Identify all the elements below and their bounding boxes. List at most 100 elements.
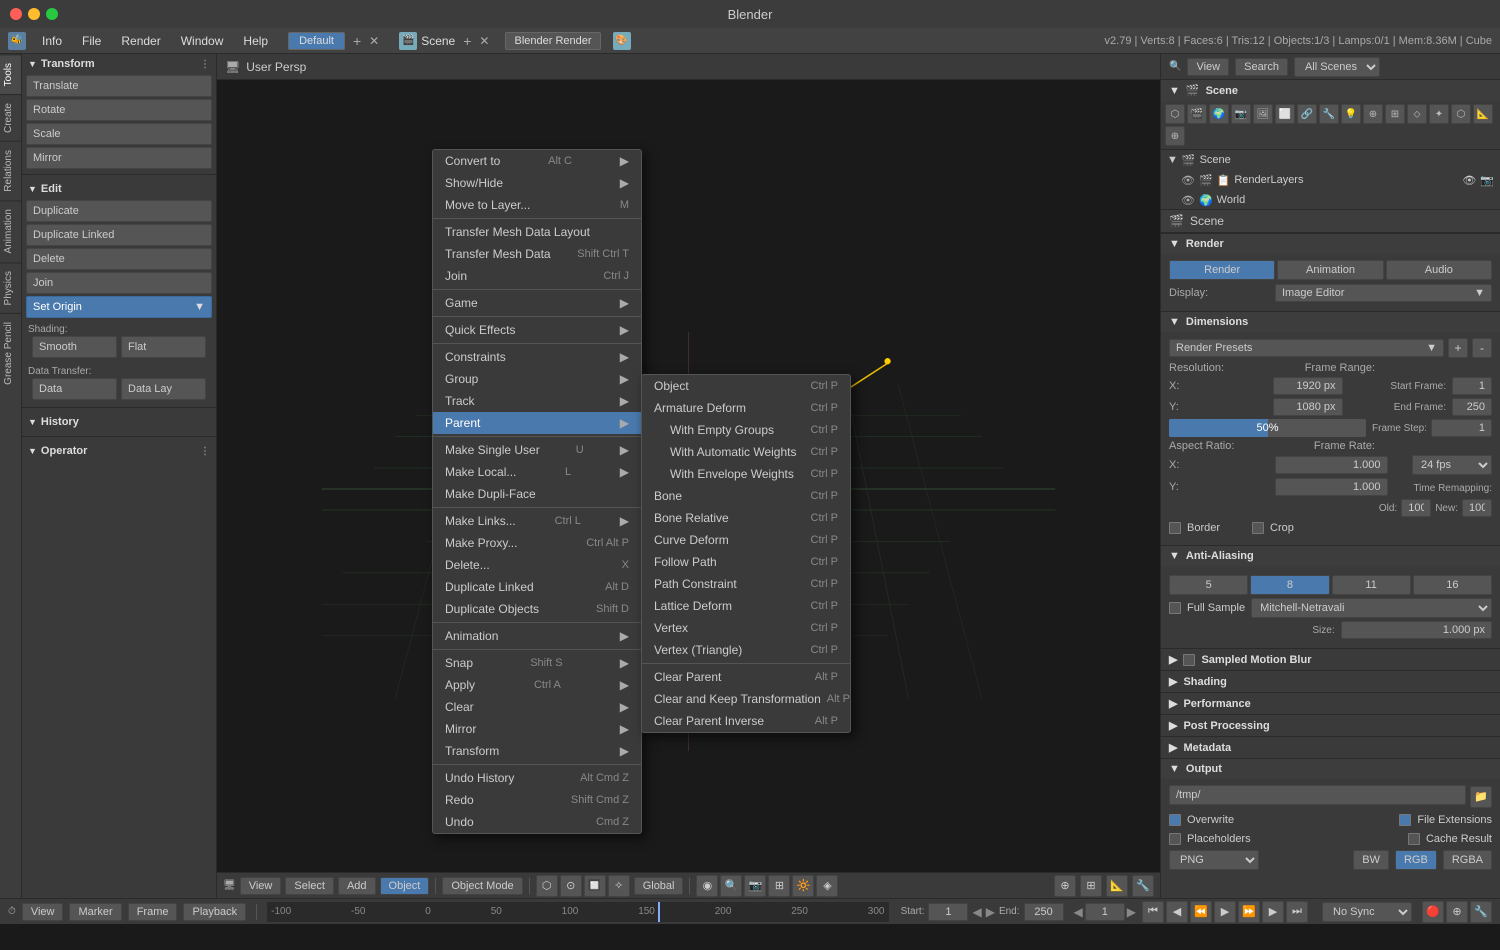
- parent-path-constraint[interactable]: Path Constraint Ctrl P: [642, 573, 850, 595]
- menu-transform[interactable]: Transform ▶: [433, 740, 641, 762]
- view-button[interactable]: View: [240, 877, 282, 895]
- format-select[interactable]: PNG: [1169, 850, 1259, 870]
- prev-frame-btn[interactable]: ◀: [1166, 901, 1188, 923]
- tl-icon1[interactable]: 🔴: [1422, 901, 1444, 923]
- placeholders-checkbox[interactable]: [1169, 833, 1181, 845]
- nav-btn3[interactable]: 📐: [1106, 875, 1128, 897]
- full-sample-checkbox[interactable]: [1169, 602, 1181, 614]
- tab-tools[interactable]: Tools: [0, 54, 21, 94]
- mb-checkbox[interactable]: [1183, 654, 1195, 666]
- viewport[interactable]: 🖥 User Persp: [217, 54, 1160, 898]
- parent-vertex-triangle[interactable]: Vertex (Triangle) Ctrl P: [642, 639, 850, 661]
- timeline-playback-btn[interactable]: Playback: [183, 903, 246, 921]
- menu-delete[interactable]: Delete... X: [433, 554, 641, 576]
- menu-track[interactable]: Track ▶: [433, 390, 641, 412]
- menu-dup-objects[interactable]: Duplicate Objects Shift D: [433, 598, 641, 620]
- rgba-btn[interactable]: RGBA: [1443, 850, 1492, 870]
- maximize-button[interactable]: [46, 8, 58, 20]
- menu-render[interactable]: Render: [113, 32, 168, 50]
- scene-tb-btn12[interactable]: ⬦: [1407, 104, 1427, 124]
- timeline-marker-btn[interactable]: Marker: [69, 903, 121, 921]
- menu-undo[interactable]: Undo Cmd Z: [433, 811, 641, 833]
- render-btn[interactable]: ✧: [608, 875, 630, 897]
- parent-curve-deform[interactable]: Curve Deform Ctrl P: [642, 529, 850, 551]
- tl-icon3[interactable]: 🔧: [1470, 901, 1492, 923]
- render-engine-select[interactable]: Blender Render: [505, 32, 600, 50]
- transform-options[interactable]: ⋮: [200, 59, 210, 70]
- parent-bone-relative[interactable]: Bone Relative Ctrl P: [642, 507, 850, 529]
- duplicate-linked-button[interactable]: Duplicate Linked: [26, 224, 212, 246]
- overlay-btn3[interactable]: 📷: [744, 875, 766, 897]
- scene-tb-btn9[interactable]: 💡: [1341, 104, 1361, 124]
- snap-btn[interactable]: 🔲: [584, 875, 606, 897]
- next-frame-btn[interactable]: ▶: [1262, 901, 1284, 923]
- overlay-btn2[interactable]: 🔍: [720, 875, 742, 897]
- tree-item-render-layers[interactable]: 👁 🎬 📋 RenderLayers 👁 📷: [1161, 170, 1500, 190]
- menu-info[interactable]: Info: [34, 32, 70, 50]
- menu-apply[interactable]: Apply Ctrl A ▶: [433, 674, 641, 696]
- res-x-input[interactable]: [1273, 377, 1343, 395]
- new-input[interactable]: [1462, 499, 1492, 517]
- presets-add[interactable]: +: [1448, 338, 1468, 358]
- tab-physics[interactable]: Physics: [0, 262, 21, 313]
- frame-rate-select[interactable]: 24 fps: [1412, 455, 1492, 475]
- menu-window[interactable]: Window: [173, 32, 232, 50]
- end-frame-tl[interactable]: [1024, 903, 1064, 921]
- pivot-btn[interactable]: ⊙: [560, 875, 582, 897]
- scene-tb-btn10[interactable]: ⊕: [1363, 104, 1383, 124]
- global-button[interactable]: Global: [634, 877, 684, 895]
- output-header[interactable]: ▼ Output: [1161, 759, 1500, 779]
- aa-8[interactable]: 8: [1250, 575, 1329, 595]
- menu-group[interactable]: Group ▶: [433, 368, 641, 390]
- play-btn[interactable]: ▶: [1214, 901, 1236, 923]
- menu-clear[interactable]: Clear ▶: [433, 696, 641, 718]
- overlay-btn5[interactable]: 🔆: [792, 875, 814, 897]
- window-controls[interactable]: [10, 8, 58, 20]
- crop-checkbox[interactable]: [1252, 522, 1264, 534]
- menu-parent[interactable]: Parent ▶: [433, 412, 641, 434]
- end-frame-input[interactable]: [1452, 398, 1492, 416]
- scene-tb-btn16[interactable]: ⊕: [1165, 126, 1185, 146]
- rgb-btn[interactable]: RGB: [1395, 850, 1437, 870]
- aa-5[interactable]: 5: [1169, 575, 1248, 595]
- tab-relations[interactable]: Relations: [0, 141, 21, 200]
- menu-snap[interactable]: Snap Shift S ▶: [433, 652, 641, 674]
- menu-constraints[interactable]: Constraints ▶: [433, 346, 641, 368]
- aa-11[interactable]: 11: [1332, 575, 1411, 595]
- old-input[interactable]: [1401, 499, 1431, 517]
- next-keyframe-btn[interactable]: ⏩: [1238, 901, 1260, 923]
- operator-options[interactable]: ⋮: [200, 446, 210, 457]
- tab-animation[interactable]: Animation: [0, 200, 21, 261]
- parent-clear-keep[interactable]: Clear and Keep Transformation Alt P: [642, 688, 850, 710]
- scene-close[interactable]: ✕: [479, 34, 489, 48]
- scene-tb-btn2[interactable]: 🎬: [1187, 104, 1207, 124]
- scene-tb-btn6[interactable]: ⬜: [1275, 104, 1295, 124]
- menu-redo[interactable]: Redo Shift Cmd Z: [433, 789, 641, 811]
- scene-tb-btn11[interactable]: ⊞: [1385, 104, 1405, 124]
- rotate-button[interactable]: Rotate: [26, 99, 212, 121]
- aa-header[interactable]: ▼ Anti-Aliasing: [1161, 546, 1500, 566]
- border-checkbox[interactable]: [1169, 522, 1181, 534]
- join-button[interactable]: Join: [26, 272, 212, 294]
- scene-tb-btn3[interactable]: 🌍: [1209, 104, 1229, 124]
- start-frame-tl[interactable]: [928, 903, 968, 921]
- overwrite-checkbox[interactable]: [1169, 814, 1181, 826]
- display-value[interactable]: Image Editor ▼: [1275, 284, 1492, 302]
- presets-remove[interactable]: -: [1472, 338, 1492, 358]
- menu-undo-history[interactable]: Undo History Alt Cmd Z: [433, 767, 641, 789]
- aa-size-input[interactable]: [1341, 621, 1492, 639]
- render-presets-btn[interactable]: Render Presets ▼: [1169, 339, 1444, 357]
- output-path-input[interactable]: [1169, 785, 1466, 805]
- menu-help[interactable]: Help: [235, 32, 276, 50]
- parent-follow-path[interactable]: Follow Path Ctrl P: [642, 551, 850, 573]
- mirror-button[interactable]: Mirror: [26, 147, 212, 169]
- menu-transfer-mesh[interactable]: Transfer Mesh Data Shift Ctrl T: [433, 243, 641, 265]
- cache-checkbox[interactable]: [1408, 833, 1420, 845]
- scene-tb-btn7[interactable]: 🔗: [1297, 104, 1317, 124]
- render-tab-render[interactable]: Render: [1169, 260, 1275, 280]
- scene-tb-btn1[interactable]: ⬡: [1165, 104, 1185, 124]
- scene-select[interactable]: All Scenes: [1294, 57, 1380, 77]
- parent-armature-deform[interactable]: Armature Deform Ctrl P: [642, 397, 850, 419]
- prev-keyframe-btn[interactable]: ⏪: [1190, 901, 1212, 923]
- select-button[interactable]: Select: [285, 877, 334, 895]
